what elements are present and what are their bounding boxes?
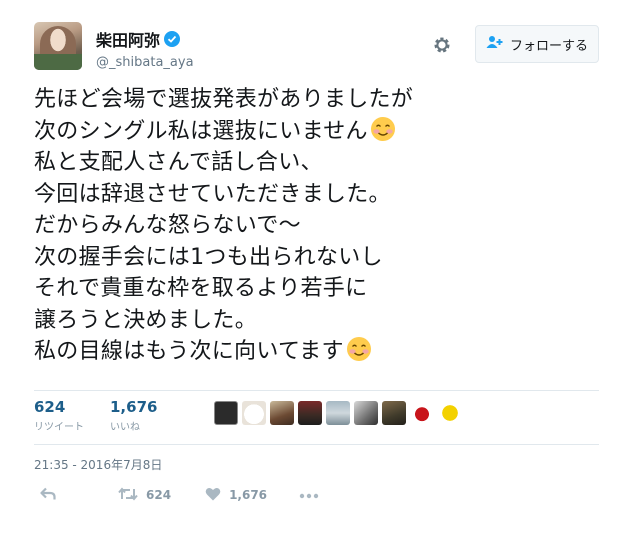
reply-button[interactable] [40, 487, 56, 504]
liker-avatar[interactable] [298, 401, 322, 425]
liker-avatar[interactable] [438, 401, 462, 425]
liker-avatar[interactable] [270, 401, 294, 425]
like-label: いいね [110, 422, 140, 433]
tweet-line-text: 私と支配人さんで話し合い、 [34, 150, 323, 175]
tweet-line-text: 次のシングル私は選抜にいません [34, 118, 368, 144]
heart-icon [205, 487, 221, 504]
tweet-line: だからみんな怒らないで～ [34, 210, 594, 242]
liker-avatar[interactable] [242, 401, 266, 425]
tweet-line-text: 先ほど会場で選抜発表がありましたが [34, 87, 414, 112]
liker-avatar[interactable] [326, 401, 350, 425]
liker-avatar[interactable] [354, 401, 378, 425]
tweet-line-text: 今回は辞退させていただきました。 [34, 181, 391, 207]
liker-avatar[interactable] [382, 401, 406, 425]
like-action-count: 1,676 [229, 488, 268, 502]
verified-badge-icon [164, 31, 181, 47]
tweet-line: 私の目線はもう次に向いてます [34, 336, 594, 368]
liker-avatar[interactable] [410, 401, 434, 425]
tweet-text: 先ほど会場で選抜発表がありましたが 次のシングル私は選抜にいません 私と支配人さ… [34, 84, 594, 368]
tweet-timestamp[interactable]: 21:35 - 2016年7月8日 [34, 456, 162, 473]
name-row: 柴田阿弥 [96, 27, 194, 51]
tweet-line: それで貴重な枠を取るより若手に [34, 273, 594, 305]
more-options-button[interactable] [299, 488, 319, 502]
blushing-smile-emoji-icon [346, 337, 371, 361]
tweet-line: 今回は辞退させていただきました。 [34, 179, 594, 211]
divider [34, 390, 599, 391]
avatar[interactable] [34, 22, 82, 70]
tweet-actions: 624 1,676 [40, 485, 319, 505]
tweet-line-text: 譲ろうと決めました。 [34, 307, 258, 333]
blushing-smile-emoji-icon [370, 116, 395, 141]
tweet-line-text: だからみんな怒らないで～ [34, 213, 301, 238]
follow-button[interactable]: フォローする [475, 25, 599, 63]
retweet-button[interactable]: 624 [118, 486, 172, 504]
tweet-header: 柴田阿弥 @_shibata_aya フォローする [34, 22, 599, 74]
avatar-clothing [34, 54, 82, 70]
user-info: 柴田阿弥 @_shibata_aya [96, 27, 194, 70]
display-name[interactable]: 柴田阿弥 [96, 27, 160, 51]
gear-icon[interactable] [431, 34, 453, 56]
divider [34, 444, 599, 445]
tweet-line: 先ほど会場で選抜発表がありましたが [34, 84, 594, 116]
add-user-icon [486, 35, 504, 53]
retweet-stat[interactable]: 624 リツイート [34, 398, 84, 433]
user-handle[interactable]: @_shibata_aya [96, 55, 194, 70]
tweet-line-text: 次の握手会には1つも出られないし [34, 244, 383, 270]
tweet-stats: 624 リツイート 1,676 いいね [34, 398, 183, 433]
tweet-line-text: それで貴重な枠を取るより若手に [34, 276, 368, 301]
like-stat[interactable]: 1,676 いいね [110, 398, 157, 433]
tweet-line: 私と支配人さんで話し合い、 [34, 147, 594, 179]
liker-avatars [214, 401, 462, 425]
tweet-line: 次の握手会には1つも出られないし [34, 242, 594, 274]
like-count: 1,676 [110, 398, 158, 416]
retweet-count: 624 [34, 398, 66, 416]
more-icon [299, 488, 319, 502]
reply-icon [40, 487, 56, 504]
tweet-line: 次のシングル私は選抜にいません [34, 116, 594, 148]
like-button[interactable]: 1,676 [205, 487, 267, 504]
follow-button-label: フォローする [509, 38, 588, 54]
retweet-action-count: 624 [146, 488, 172, 502]
tweet-line: 譲ろうと決めました。 [34, 305, 594, 337]
liker-avatar[interactable] [214, 401, 238, 425]
retweet-label: リツイート [34, 422, 84, 433]
tweet-line-text: 私の目線はもう次に向いてます [34, 339, 344, 364]
retweet-icon [118, 486, 138, 504]
